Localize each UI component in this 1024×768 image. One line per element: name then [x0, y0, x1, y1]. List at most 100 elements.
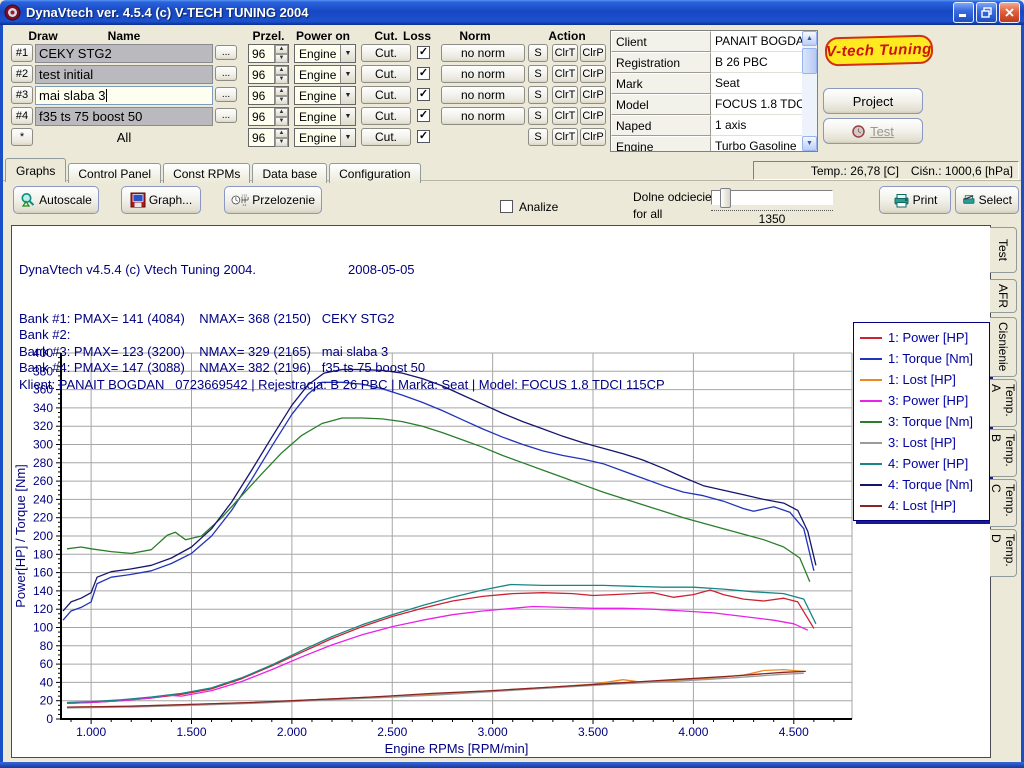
client-field-value[interactable]: Turbo Gasoline [711, 136, 803, 152]
przel-spinner[interactable]: 96 ▲ ▼ [248, 86, 289, 105]
action-clrt-button[interactable]: ClrT [552, 128, 578, 146]
select-button[interactable]: Select [955, 186, 1019, 214]
spin-up-icon[interactable]: ▲ [275, 108, 288, 117]
side-tab-afr[interactable]: AFR [990, 279, 1017, 313]
side-tab-test[interactable]: Test [990, 227, 1017, 273]
run-name-input[interactable]: mai slaba 3 [35, 86, 213, 105]
analize-checkbox[interactable] [500, 200, 513, 213]
row-id-button[interactable]: * [11, 128, 33, 146]
loss-checkbox[interactable]: ✓ [417, 67, 430, 80]
more-button[interactable]: ... [215, 108, 237, 123]
cut-button[interactable]: Cut. [361, 65, 411, 83]
action-clrt-button[interactable]: ClrT [552, 86, 578, 104]
client-field-value[interactable]: PANAIT BOGDAN [711, 31, 803, 52]
przel-spinner[interactable]: 96 ▲ ▼ [248, 65, 289, 84]
more-button[interactable]: ... [215, 87, 237, 102]
row-id-button[interactable]: #1 [11, 44, 33, 62]
print-button[interactable]: Print [879, 186, 951, 214]
spin-down-icon[interactable]: ▼ [275, 96, 288, 105]
run-name-input[interactable]: All [35, 128, 213, 147]
spin-down-icon[interactable]: ▼ [275, 75, 288, 84]
norm-button[interactable]: no norm [441, 107, 525, 125]
project-button[interactable]: Project [823, 88, 923, 114]
graph-button[interactable]: Graph... [121, 186, 201, 214]
run-name-input[interactable]: test initial [35, 65, 213, 84]
power-on-select[interactable]: Engine ▼ [294, 107, 356, 126]
tab-data-base[interactable]: Data base [252, 163, 327, 183]
side-tab-temp-d[interactable]: Temp. D [990, 529, 1017, 577]
norm-button[interactable]: no norm [441, 86, 525, 104]
spin-up-icon[interactable]: ▲ [275, 66, 288, 75]
dropdown-arrow-icon[interactable]: ▼ [340, 66, 355, 83]
dropdown-arrow-icon[interactable]: ▼ [340, 45, 355, 62]
action-clrp-button[interactable]: ClrP [580, 107, 606, 125]
przel-spinner[interactable]: 96 ▲ ▼ [248, 128, 289, 147]
test-button[interactable]: Test [823, 118, 923, 144]
client-field-value[interactable]: 1 axis [711, 115, 803, 136]
row-id-button[interactable]: #2 [11, 65, 33, 83]
przelozenie-button[interactable]: 1 3 5 2 4 Przelozenie [224, 186, 322, 214]
power-on-select[interactable]: Engine ▼ [294, 65, 356, 84]
action-clrt-button[interactable]: ClrT [552, 107, 578, 125]
more-button[interactable]: ... [215, 45, 237, 60]
row-id-button[interactable]: #4 [11, 107, 33, 125]
close-button[interactable] [999, 2, 1020, 23]
loss-checkbox[interactable]: ✓ [417, 130, 430, 143]
action-clrp-button[interactable]: ClrP [580, 44, 606, 62]
norm-button[interactable]: no norm [441, 65, 525, 83]
action-clrp-button[interactable]: ClrP [580, 128, 606, 146]
client-field-value[interactable]: FOCUS 1.8 TDCI 115CP [711, 94, 803, 115]
cut-button[interactable]: Cut. [361, 128, 411, 146]
action-clrt-button[interactable]: ClrT [552, 65, 578, 83]
minimize-button[interactable] [953, 2, 974, 23]
client-field-value[interactable]: B 26 PBC [711, 52, 803, 73]
side-tab-cisnienie[interactable]: Cisnienie [990, 317, 1017, 377]
client-table-scrollbar[interactable]: ▲ ▼ [802, 31, 817, 151]
spin-down-icon[interactable]: ▼ [275, 54, 288, 63]
autoscale-button[interactable]: Autoscale [13, 186, 99, 214]
scroll-down-button[interactable]: ▼ [802, 136, 817, 151]
run-name-input[interactable]: f35 ts 75 boost 50 [35, 107, 213, 126]
side-tab-temp-b[interactable]: Temp. B [990, 429, 1017, 477]
action-s-button[interactable]: S [528, 44, 548, 62]
action-s-button[interactable]: S [528, 107, 548, 125]
side-tab-temp-a[interactable]: Temp. A [990, 379, 1017, 427]
spin-up-icon[interactable]: ▲ [275, 87, 288, 96]
more-button[interactable]: ... [215, 66, 237, 81]
spin-up-icon[interactable]: ▲ [275, 45, 288, 54]
tab-control-panel[interactable]: Control Panel [68, 163, 161, 183]
power-on-select[interactable]: Engine ▼ [294, 86, 356, 105]
przel-spinner[interactable]: 96 ▲ ▼ [248, 44, 289, 63]
norm-button[interactable]: no norm [441, 44, 525, 62]
dropdown-arrow-icon[interactable]: ▼ [340, 108, 355, 125]
run-name-input[interactable]: CEKY STG2 [35, 44, 213, 63]
scroll-up-button[interactable]: ▲ [802, 31, 817, 46]
spin-down-icon[interactable]: ▼ [275, 117, 288, 126]
dolne-odciecie-slider[interactable] [711, 190, 833, 205]
tab-const-rpms[interactable]: Const RPMs [163, 163, 250, 183]
row-id-button[interactable]: #3 [11, 86, 33, 104]
dropdown-arrow-icon[interactable]: ▼ [340, 87, 355, 104]
loss-checkbox[interactable]: ✓ [417, 109, 430, 122]
power-on-select[interactable]: Engine ▼ [294, 44, 356, 63]
action-clrp-button[interactable]: ClrP [580, 65, 606, 83]
loss-checkbox[interactable]: ✓ [417, 46, 430, 59]
dropdown-arrow-icon[interactable]: ▼ [340, 129, 355, 146]
loss-checkbox[interactable]: ✓ [417, 88, 430, 101]
cut-button[interactable]: Cut. [361, 107, 411, 125]
power-on-select[interactable]: Engine ▼ [294, 128, 356, 147]
tab-configuration[interactable]: Configuration [329, 163, 420, 183]
action-s-button[interactable]: S [528, 128, 548, 146]
scroll-thumb[interactable] [802, 48, 817, 74]
action-clrt-button[interactable]: ClrT [552, 44, 578, 62]
tab-graphs[interactable]: Graphs [5, 158, 66, 182]
cut-button[interactable]: Cut. [361, 86, 411, 104]
side-tab-temp-c[interactable]: Temp. C [990, 479, 1017, 527]
action-s-button[interactable]: S [528, 86, 548, 104]
action-s-button[interactable]: S [528, 65, 548, 83]
restore-button[interactable] [976, 2, 997, 23]
slider-thumb[interactable] [720, 188, 731, 208]
client-field-value[interactable]: Seat [711, 73, 803, 94]
spin-down-icon[interactable]: ▼ [275, 138, 288, 147]
action-clrp-button[interactable]: ClrP [580, 86, 606, 104]
